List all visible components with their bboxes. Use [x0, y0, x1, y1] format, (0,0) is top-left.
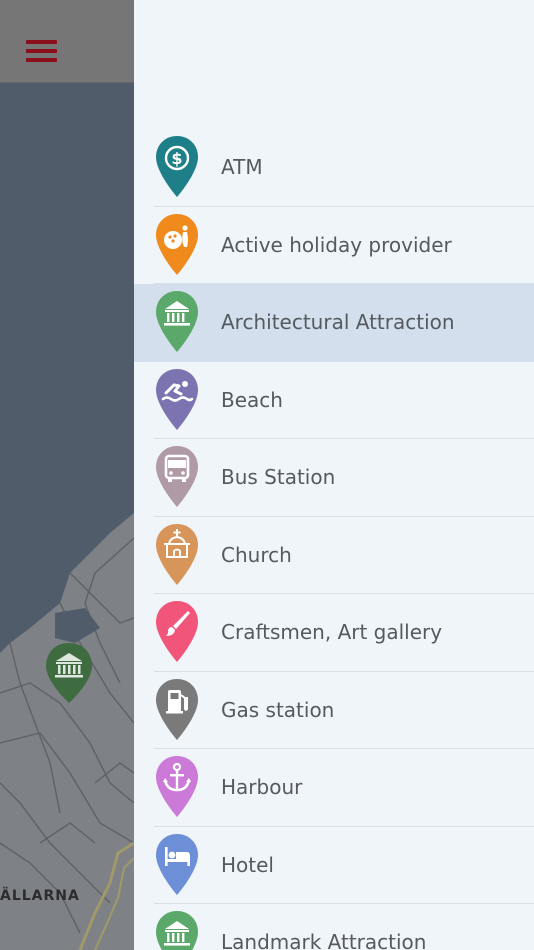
fuel-pump-icon	[156, 678, 198, 740]
category-label: Church	[221, 542, 292, 567]
category-drawer: $ ATM Active holiday provider Architectu…	[134, 0, 534, 950]
dollar-icon: $	[156, 136, 198, 197]
category-label: Bus Station	[221, 465, 336, 489]
category-label: Landmark Attraction	[221, 930, 427, 950]
category-label: Harbour	[221, 775, 303, 799]
category-label: Architectural Attraction	[221, 310, 455, 334]
app-header	[0, 0, 134, 83]
category-item-atm[interactable]: $ ATM	[134, 129, 534, 207]
category-item-gas-station[interactable]: Gas station	[134, 672, 534, 749]
category-item-bus-station[interactable]: Bus Station	[134, 439, 534, 517]
category-label: Active holiday provider	[221, 232, 452, 257]
category-item-church[interactable]: Church	[134, 517, 534, 594]
bowling-icon	[156, 213, 198, 275]
category-item-active-holiday-provider[interactable]: Active holiday provider	[134, 207, 534, 284]
category-label: Gas station	[221, 697, 335, 722]
category-item-beach[interactable]: Beach	[134, 362, 534, 439]
anchor-icon	[156, 756, 198, 817]
category-label: Craftsmen, Art gallery	[221, 620, 443, 644]
museum-icon	[156, 291, 198, 352]
category-list: $ ATM Active holiday provider Architectu…	[134, 129, 534, 950]
map-canvas[interactable]	[0, 83, 134, 950]
bus-icon	[156, 446, 198, 507]
category-label: ATM	[221, 155, 263, 179]
category-item-craftsmen-art-gallery[interactable]: Craftsmen, Art gallery	[134, 594, 534, 672]
museum-icon	[156, 911, 198, 950]
category-item-architectural-attraction[interactable]: Architectural Attraction	[134, 284, 534, 362]
paintbrush-icon	[156, 601, 198, 662]
category-item-hotel[interactable]: Hotel	[134, 827, 534, 904]
category-label: Hotel	[221, 852, 274, 877]
category-item-landmark-attraction[interactable]: Landmark Attraction	[134, 904, 534, 950]
swimmer-icon	[156, 368, 198, 430]
bed-icon	[156, 833, 198, 895]
svg-text:$: $	[171, 149, 182, 168]
church-icon	[156, 523, 198, 585]
category-item-harbour[interactable]: Harbour	[134, 749, 534, 827]
hamburger-menu-icon[interactable]	[26, 40, 58, 66]
map-district-label: ÄLLARNA	[0, 888, 80, 904]
category-label: Beach	[221, 387, 283, 412]
